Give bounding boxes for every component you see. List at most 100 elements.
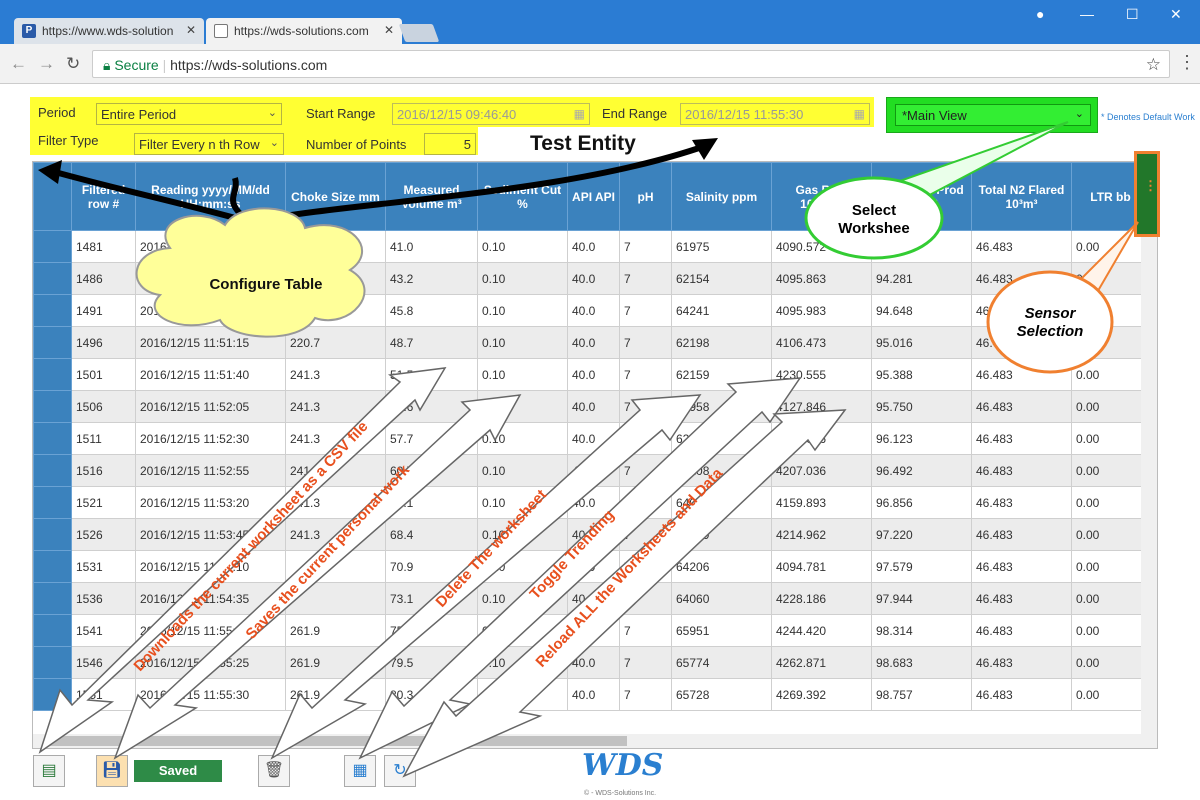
reload-all-button[interactable]: ↻ xyxy=(384,755,416,787)
row-selector[interactable] xyxy=(33,678,72,711)
table-cell: 4269.392 xyxy=(771,678,872,711)
copyright: © - WDS-Solutions Inc. xyxy=(584,790,657,797)
browser-tab-2[interactable]: https://wds-solutions.com ✕ xyxy=(206,18,402,44)
bookmark-star-icon[interactable]: ☆ xyxy=(1146,55,1161,75)
kebab-menu-icon: ⋮ xyxy=(1144,178,1157,193)
table-row[interactable]: 1541 2016/12/15 11:55:00 261.9 75.8 0.10 40.0… xyxy=(33,614,1150,647)
table-row[interactable]: 1531 2016/12/15 11:54:10 70.9 0.10 40.0 7 6420… xyxy=(33,550,1150,583)
column-header[interactable]: Reading yyyy/MM/dd HH:mm:ss xyxy=(135,162,286,231)
table-cell: 64060 xyxy=(671,582,772,615)
period-select[interactable]: Entire Period ⌄ xyxy=(96,103,282,125)
tab-title: https://www.wds-solution xyxy=(42,24,174,38)
table-cell: 75.8 xyxy=(385,614,478,647)
table-row[interactable]: 1486 2016/12/15 11:50:25 43.2 0.10 40.0 7 6215… xyxy=(33,262,1150,295)
close-tab-icon[interactable]: ✕ xyxy=(384,23,394,37)
calendar-icon[interactable]: ▦ xyxy=(854,107,865,121)
table-cell: 46.483 xyxy=(971,358,1072,391)
column-header[interactable]: Choke Size mm xyxy=(285,162,386,231)
download-csv-button[interactable]: ▤ xyxy=(33,755,65,787)
worksheet-select[interactable]: *Main View ⌄ xyxy=(895,104,1091,126)
horizontal-scrollbar[interactable] xyxy=(33,734,1141,748)
entity-title: Test Entity xyxy=(530,132,636,155)
filter-type-select[interactable]: Filter Every n th Row ⌄ xyxy=(134,133,284,155)
vertical-scrollbar[interactable] xyxy=(1141,232,1157,748)
number-of-points-input[interactable]: 5 xyxy=(424,133,476,155)
column-header[interactable]: API API xyxy=(567,162,620,231)
table-cell: 68.4 xyxy=(385,518,478,551)
row-selector[interactable] xyxy=(33,358,72,391)
column-header[interactable]: Total N2 Flared 10³m³ xyxy=(971,162,1072,231)
row-selector[interactable] xyxy=(33,454,72,487)
table-row[interactable]: 1516 2016/12/15 11:52:55 241.3 60.7 0.10 40.0… xyxy=(33,454,1150,487)
row-selector[interactable] xyxy=(33,294,72,327)
table-cell: 40.0 xyxy=(567,390,620,423)
row-selector[interactable] xyxy=(33,486,72,519)
table-row[interactable]: 1546 2016/12/15 11:55:25 261.9 79.5 0.10 40.0… xyxy=(33,646,1150,679)
table-cell: 7 xyxy=(619,518,672,551)
table-cell: 1551 xyxy=(71,678,136,711)
data-grid: Filtered row # Reading yyyy/MM/dd HH:mm:s… xyxy=(32,161,1158,749)
column-header[interactable]: Total Gas Prod 10³m³ xyxy=(871,162,972,231)
table-row[interactable]: 1491 2016/12/15 11:50:50 45.8 0.10 40.0 7 6424… xyxy=(33,294,1150,327)
row-selector[interactable] xyxy=(33,550,72,583)
new-tab-button[interactable] xyxy=(398,24,440,42)
table-cell: 46.483 xyxy=(971,294,1072,327)
table-row[interactable]: 1511 2016/12/15 11:52:30 241.3 57.7 0.10 40.0… xyxy=(33,422,1150,455)
row-selector[interactable] xyxy=(33,518,72,551)
row-selector[interactable] xyxy=(33,390,72,423)
column-header[interactable]: Gas Rate 10³m³/d xyxy=(771,162,872,231)
back-icon[interactable]: ← xyxy=(10,54,27,74)
table-cell: 94.281 xyxy=(871,262,972,295)
browser-menu-icon[interactable]: ⋮ xyxy=(1178,52,1196,73)
scrollbar-thumb[interactable] xyxy=(47,736,627,746)
table-cell: 0.00 xyxy=(1071,550,1150,583)
table-row[interactable]: 1501 2016/12/15 11:51:40 241.3 51.5 0.10 40.0… xyxy=(33,358,1150,391)
table-cell: 0.00 xyxy=(1071,486,1150,519)
table-cell: 0.10 xyxy=(477,454,568,487)
column-header[interactable]: Measured Volume m³ xyxy=(385,162,478,231)
table-cell: 0.10 xyxy=(477,326,568,359)
table-row[interactable]: 1536 2016/12/15 11:54:35 73.1 0.10 40.0 7 6406… xyxy=(33,582,1150,615)
column-header[interactable]: Filtered row # xyxy=(71,162,136,231)
table-row[interactable]: 1496 2016/12/15 11:51:15 220.7 48.7 0.10 40.0… xyxy=(33,326,1150,359)
save-button[interactable]: 💾︎ xyxy=(96,755,128,787)
table-cell: 1521 xyxy=(71,486,136,519)
table-cell: 1541 xyxy=(71,614,136,647)
column-header[interactable]: Salinity ppm xyxy=(671,162,772,231)
row-selector[interactable] xyxy=(33,326,72,359)
table-row[interactable]: 1521 2016/12/15 11:53:20 241.3 64.1 0.10 40.0… xyxy=(33,486,1150,519)
row-selector-header[interactable] xyxy=(33,162,72,231)
row-selector[interactable] xyxy=(33,262,72,295)
end-range-input[interactable]: 2016/12/15 11:55:30 ▦ xyxy=(680,103,870,125)
row-selector[interactable] xyxy=(33,230,72,263)
reload-icon[interactable]: ↻ xyxy=(66,54,80,74)
row-selector[interactable] xyxy=(33,614,72,647)
minimize-icon[interactable]: — xyxy=(1080,6,1094,22)
column-header[interactable]: pH xyxy=(619,162,672,231)
column-header[interactable]: Sediment Cut % xyxy=(477,162,568,231)
close-window-icon[interactable]: ✕ xyxy=(1170,6,1182,23)
table-cell: 46.483 xyxy=(971,390,1072,423)
table-row[interactable]: 1526 2016/12/15 11:53:45 241.3 68.4 0.10 40.0… xyxy=(33,518,1150,551)
start-range-input[interactable]: 2016/12/15 09:46:40 ▦ xyxy=(392,103,590,125)
table-cell: 70.9 xyxy=(385,550,478,583)
calendar-icon[interactable]: ▦ xyxy=(574,107,585,121)
profile-icon[interactable]: ● xyxy=(1036,6,1044,22)
maximize-icon[interactable]: ☐ xyxy=(1126,6,1139,23)
table-cell xyxy=(285,582,386,615)
row-selector[interactable] xyxy=(33,422,72,455)
period-label: Period xyxy=(38,105,76,120)
browser-tab-1[interactable]: P https://www.wds-solution ✕ xyxy=(14,18,204,44)
toggle-trending-button[interactable]: ▦ xyxy=(344,755,376,787)
forward-icon[interactable]: → xyxy=(38,54,55,74)
address-bar[interactable]: 🔒︎ Secure | https://wds-solutions.com ☆ xyxy=(92,50,1170,78)
sensor-selection-button[interactable]: ⋮ xyxy=(1134,151,1160,237)
row-selector[interactable] xyxy=(33,582,72,615)
delete-worksheet-button[interactable]: 🗑︎ xyxy=(258,755,290,787)
row-selector[interactable] xyxy=(33,646,72,679)
close-tab-icon[interactable]: ✕ xyxy=(186,23,196,37)
table-row[interactable]: 1481 2016/12/15 11:50:00 41.0 0.10 40.0 7 6197… xyxy=(33,230,1150,263)
table-cell: 43.2 xyxy=(385,262,478,295)
table-row[interactable]: 1551 2016/12/15 11:55:30 261.9 80.3 0.10 40.0… xyxy=(33,678,1150,711)
table-row[interactable]: 1506 2016/12/15 11:52:05 241.3 54.6 0.10 40.0… xyxy=(33,390,1150,423)
